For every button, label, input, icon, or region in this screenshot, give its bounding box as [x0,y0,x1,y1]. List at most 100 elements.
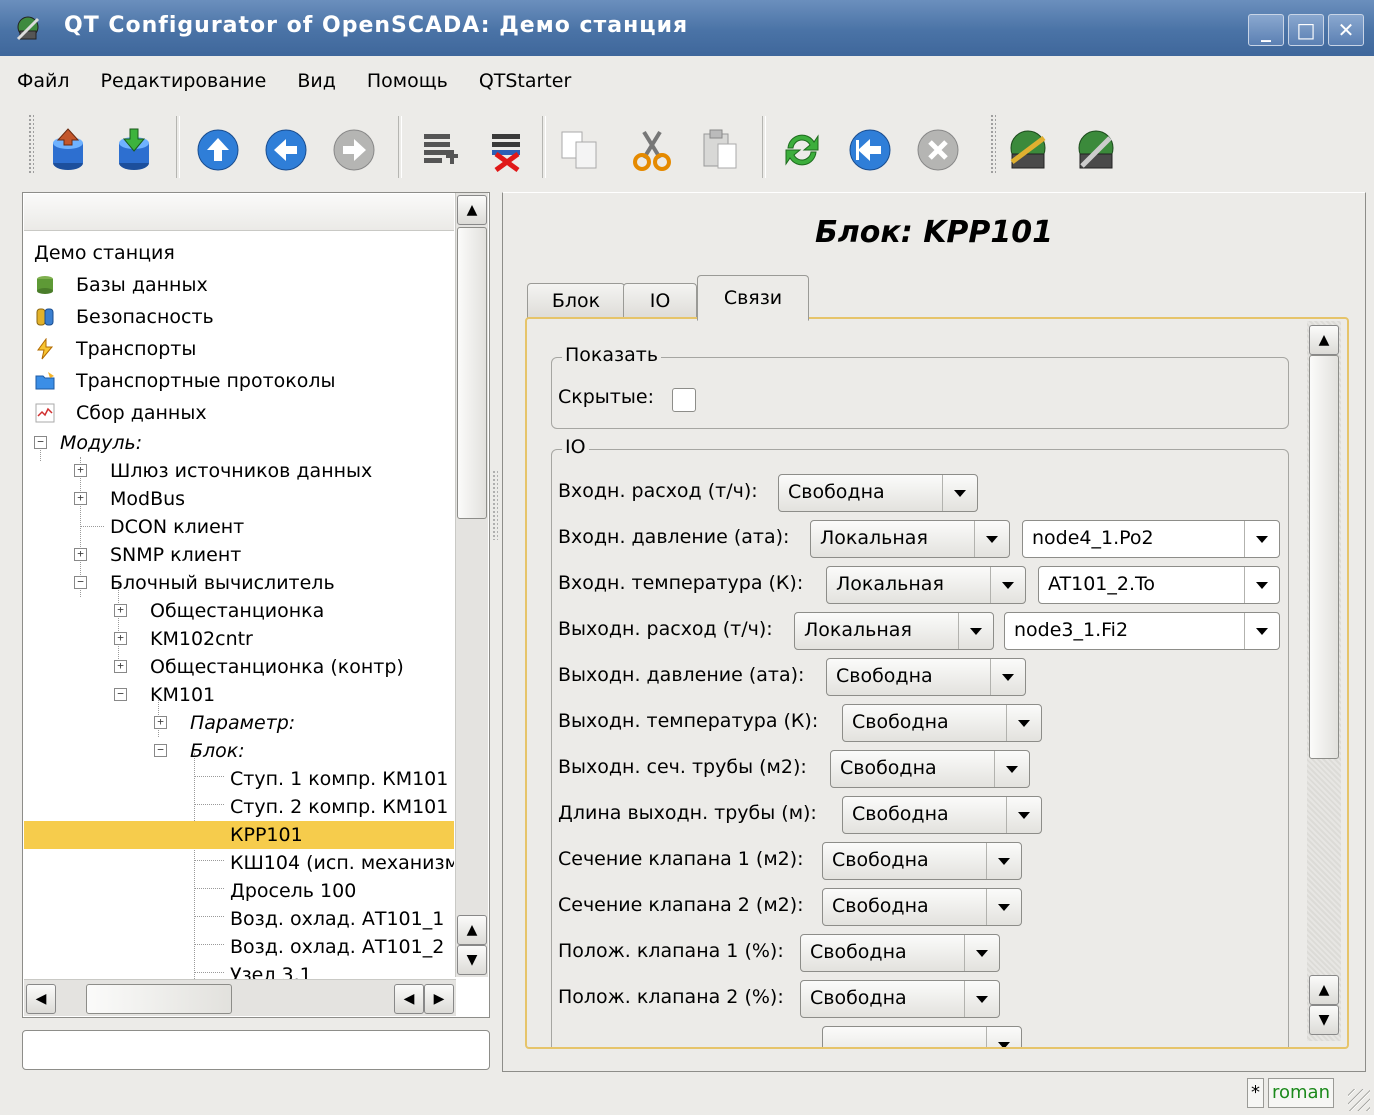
tree-item-stage2[interactable]: Ступ. 2 компр. КМ101 [24,793,454,821]
minimize-button[interactable]: _ [1248,14,1284,46]
tree-vertical-scrollbar[interactable]: ▲ ▲ ▼ [455,193,488,977]
link-mode-select[interactable]: Свободна [842,796,1042,834]
status-input[interactable] [22,1030,490,1070]
modified-indicator[interactable]: * [1247,1078,1264,1108]
up-icon[interactable] [194,126,242,174]
content-vertical-scrollbar[interactable]: ▲ ▲ ▼ [1307,321,1341,1041]
collapse-icon[interactable]: − [154,744,167,757]
tree-item-modbus[interactable]: + ModBus [24,485,454,513]
tab-io[interactable]: IO [623,283,697,318]
add-item-icon[interactable] [416,126,464,174]
menu-edit[interactable]: Редактирование [84,70,281,92]
db-save-icon[interactable] [110,126,158,174]
copy-icon[interactable] [556,126,604,174]
forward-icon[interactable] [330,126,378,174]
tree-item-station-contr[interactable]: + Общестанционка (контр) [24,653,454,681]
tree-item-throttle100[interactable]: Дросель 100 [24,877,454,905]
link-mode-select[interactable]: Локальная [826,566,1026,604]
back-icon[interactable] [262,126,310,174]
tree-item-module[interactable]: − Модуль: [24,429,454,457]
stop-icon[interactable] [914,126,962,174]
expand-icon[interactable]: + [114,660,127,673]
config-icon[interactable] [1004,126,1052,174]
scroll-up-icon[interactable]: ▲ [457,195,487,225]
tree-item-block[interactable]: − Блок: [24,737,454,765]
scroll-right-icon[interactable]: ▶ [424,984,454,1014]
db-load-icon[interactable] [44,126,92,174]
resize-grip[interactable] [1348,1089,1370,1111]
tree-item-at101-1[interactable]: Возд. охлад. АТ101_1 [24,905,454,933]
link-address-combobox[interactable]: AT101_2.To [1038,566,1280,604]
link-mode-select[interactable]: Свободна [800,980,1000,1018]
tree-item-block-calc[interactable]: − Блочный вычислитель [24,569,454,597]
tree-item-gateway[interactable]: + Шлюз источников данных [24,457,454,485]
tree-item-dcon[interactable]: DCON клиент [24,513,454,541]
menu-qtstarter[interactable]: QTStarter [462,70,585,92]
collapse-icon[interactable]: − [114,688,127,701]
tree-item-at101-2[interactable]: Возд. охлад. АТ101_2 [24,933,454,961]
tree-view[interactable]: Демо станция Базы данных Безопасность Тр… [22,192,490,1018]
close-button[interactable]: ✕ [1328,14,1364,46]
tree-item-stage1[interactable]: Ступ. 1 компр. КМ101 [24,765,454,793]
expand-icon[interactable]: + [154,716,167,729]
tree-item-demo-station[interactable]: Демо станция [24,239,454,267]
tree-item-node31[interactable]: Узел 3.1 [24,961,454,979]
link-mode-select[interactable]: Локальная [810,520,1010,558]
scroll-left-icon[interactable]: ◀ [26,984,56,1014]
link-mode-select[interactable]: Локальная [794,612,994,650]
splitter-handle[interactable] [492,470,498,540]
tree-item-station[interactable]: + Общестанционка [24,597,454,625]
scroll-left-icon[interactable]: ◀ [394,984,424,1014]
tree-item-km102cntr[interactable]: + KM102cntr [24,625,454,653]
hidden-checkbox[interactable] [672,388,696,412]
title-bar[interactable]: QT Configurator of OpenSCADA: Демо станц… [0,0,1374,56]
scroll-up-icon[interactable]: ▲ [457,915,487,945]
tree-item-krr101[interactable]: КРР101 [24,821,454,849]
collapse-icon[interactable]: − [34,436,47,449]
scroll-down-icon[interactable]: ▼ [457,945,487,975]
menu-view[interactable]: Вид [280,70,350,92]
expand-icon[interactable]: + [74,464,87,477]
toolbar-grip[interactable] [990,114,996,174]
link-address-combobox[interactable]: node4_1.Po2 [1022,520,1280,558]
scroll-down-icon[interactable]: ▼ [1309,1005,1339,1035]
tree-item-km101[interactable]: − KM101 [24,681,454,709]
expand-icon[interactable]: + [114,604,127,617]
link-mode-select[interactable]: Свободна [822,842,1022,880]
toolbar-grip[interactable] [28,114,34,174]
maximize-button[interactable]: □ [1288,14,1324,46]
link-mode-select[interactable]: Свободна [830,750,1030,788]
link-mode-select[interactable]: Свободна [842,704,1042,742]
scroll-up-icon[interactable]: ▲ [1309,325,1339,355]
tree-item-transports[interactable]: Транспорты [24,335,454,363]
cut-icon[interactable] [628,126,676,174]
tree-header[interactable] [24,194,454,231]
refresh-icon[interactable] [778,126,826,174]
tree-item-data-acquisition[interactable]: Сбор данных [24,399,454,427]
scroll-thumb[interactable] [457,227,487,519]
link-address-combobox[interactable]: node3_1.Fi2 [1004,612,1280,650]
expand-icon[interactable]: + [74,492,87,505]
config2-icon[interactable] [1072,126,1120,174]
link-mode-select[interactable]: Свободна [778,474,978,512]
tree-item-parameter[interactable]: + Параметр: [24,709,454,737]
scroll-thumb[interactable] [86,984,232,1014]
link-mode-select[interactable] [822,1026,1022,1047]
tree-item-databases[interactable]: Базы данных [24,271,454,299]
tree-horizontal-scrollbar[interactable]: ◀ ◀ ▶ [24,979,456,1016]
tab-block[interactable]: Блок [527,283,625,318]
menu-help[interactable]: Помощь [350,70,462,92]
tree-item-ksh104[interactable]: КШ104 (исп. механизм) [24,849,454,877]
expand-icon[interactable]: + [114,632,127,645]
delete-item-icon[interactable] [484,126,532,174]
tree-item-security[interactable]: Безопасность [24,303,454,331]
tree-item-snmp[interactable]: + SNMP клиент [24,541,454,569]
link-mode-select[interactable]: Свободна [822,888,1022,926]
menu-file[interactable]: Файл [0,70,84,92]
tab-links[interactable]: Связи [697,275,809,321]
link-mode-select[interactable]: Свободна [826,658,1026,696]
start-icon[interactable] [846,126,894,174]
link-mode-select[interactable]: Свободна [800,934,1000,972]
scroll-thumb[interactable] [1309,355,1339,759]
collapse-icon[interactable]: − [74,576,87,589]
